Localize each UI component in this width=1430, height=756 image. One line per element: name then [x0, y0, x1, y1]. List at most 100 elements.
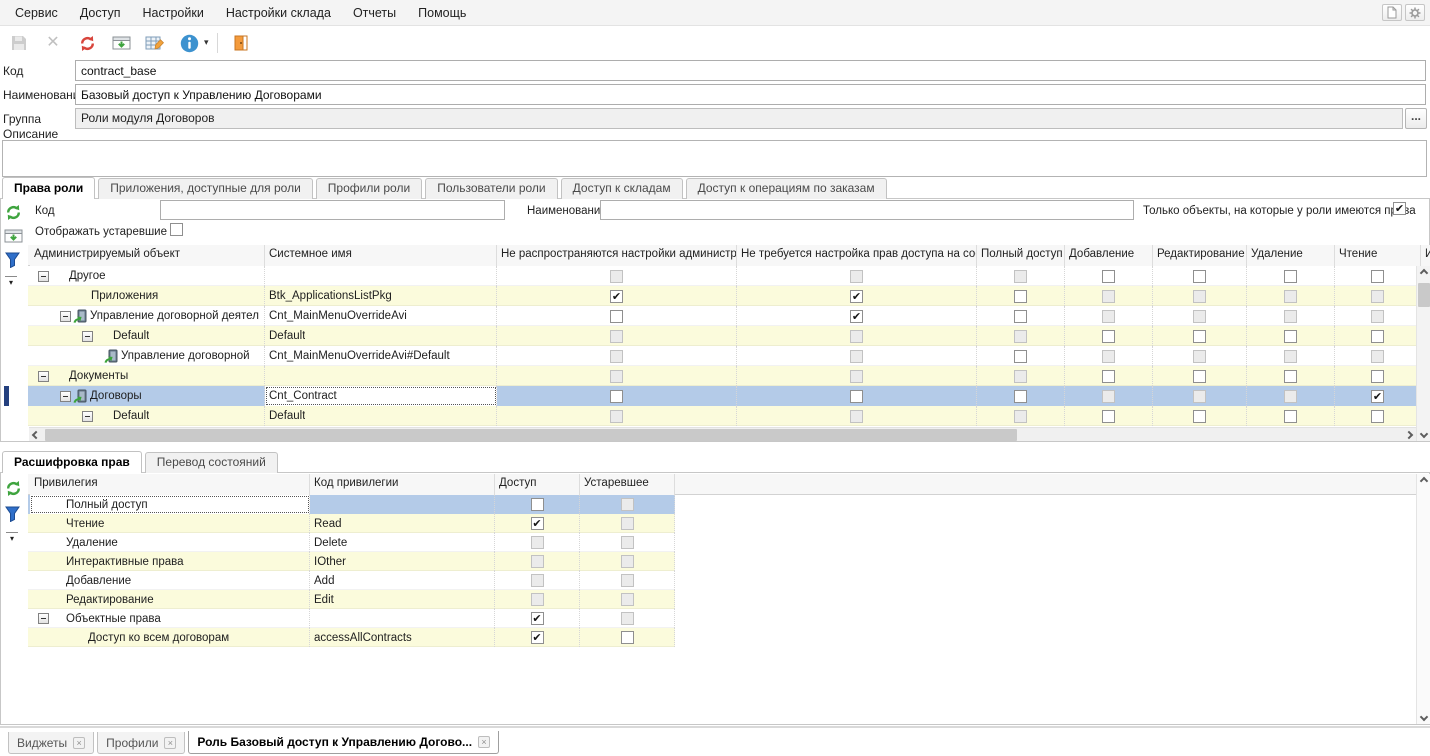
- checkbox[interactable]: [1014, 310, 1027, 323]
- checkbox[interactable]: [1371, 310, 1384, 323]
- checkbox[interactable]: [1193, 270, 1206, 283]
- checkbox[interactable]: [531, 517, 544, 530]
- checkbox[interactable]: [850, 330, 863, 343]
- checkbox[interactable]: [1371, 370, 1384, 383]
- filter-code-input[interactable]: [160, 200, 505, 220]
- checkbox[interactable]: [1371, 410, 1384, 423]
- column-header[interactable]: Устаревшее: [580, 474, 675, 495]
- checkbox[interactable]: [1193, 350, 1206, 363]
- scroll-right-arrow[interactable]: [1402, 428, 1416, 442]
- checkbox[interactable]: [621, 517, 634, 530]
- checkbox[interactable]: [1284, 390, 1297, 403]
- column-header[interactable]: Не требуется настройка прав доступа на с…: [737, 245, 977, 266]
- checkbox[interactable]: [610, 270, 623, 283]
- show-obsolete-checkbox[interactable]: [170, 223, 183, 236]
- checkbox[interactable]: [1014, 370, 1027, 383]
- checkbox[interactable]: [1371, 270, 1384, 283]
- checkbox[interactable]: [1193, 370, 1206, 383]
- checkbox[interactable]: [610, 310, 623, 323]
- tab-role-2[interactable]: Приложения, доступные для роли: [98, 178, 313, 199]
- checkbox[interactable]: [850, 370, 863, 383]
- privilege-row[interactable]: РедактированиеEdit: [28, 590, 675, 609]
- close-tab-icon[interactable]: ×: [73, 737, 85, 749]
- table-row[interactable]: ДоговорыCnt_Contract: [28, 386, 1416, 406]
- checkbox[interactable]: [1284, 310, 1297, 323]
- checkbox[interactable]: [1371, 290, 1384, 303]
- checkbox[interactable]: [610, 350, 623, 363]
- menu-item-6[interactable]: Помощь: [407, 1, 477, 25]
- expander-icon[interactable]: [38, 613, 49, 624]
- checkbox[interactable]: [1102, 270, 1115, 283]
- column-header[interactable]: Доступ: [495, 474, 580, 495]
- privilege-row[interactable]: ЧтениеRead: [28, 514, 675, 533]
- scroll-left-arrow[interactable]: [29, 428, 43, 442]
- checkbox[interactable]: [531, 498, 544, 511]
- close-tab-icon[interactable]: ×: [478, 736, 490, 748]
- checkbox[interactable]: [610, 290, 623, 303]
- edit-table-button[interactable]: [142, 31, 168, 55]
- column-header[interactable]: Код привилегии: [310, 474, 495, 495]
- checkbox[interactable]: [531, 536, 544, 549]
- table-row[interactable]: Другое: [28, 266, 1416, 286]
- checkbox[interactable]: [1014, 410, 1027, 423]
- report-page-button[interactable]: [1382, 4, 1402, 21]
- checkbox[interactable]: [1014, 270, 1027, 283]
- table-row[interactable]: ПриложенияBtk_ApplicationsListPkg: [28, 286, 1416, 306]
- refresh-button[interactable]: [74, 31, 100, 55]
- filter-name-input[interactable]: [600, 200, 1134, 220]
- checkbox[interactable]: [621, 631, 634, 644]
- import-table-button[interactable]: [108, 31, 134, 55]
- privilege-row[interactable]: Объектные права: [28, 609, 675, 628]
- column-header[interactable]: Администрируемый объект: [30, 245, 265, 266]
- dropdown-arrow-icon[interactable]: ▾: [204, 37, 209, 48]
- column-header[interactable]: Редактирование: [1153, 245, 1247, 266]
- checkbox[interactable]: [610, 330, 623, 343]
- checkbox[interactable]: [1102, 410, 1115, 423]
- checkbox[interactable]: [621, 593, 634, 606]
- checkbox[interactable]: [621, 612, 634, 625]
- checkbox[interactable]: [1284, 330, 1297, 343]
- column-header[interactable]: И: [1421, 245, 1430, 266]
- checkbox[interactable]: [850, 310, 863, 323]
- checkbox[interactable]: [610, 390, 623, 403]
- code-input[interactable]: [75, 60, 1426, 81]
- scroll-down-arrow[interactable]: [1417, 427, 1430, 441]
- dock-tab-2[interactable]: Профили×: [97, 732, 185, 754]
- checkbox[interactable]: [1284, 370, 1297, 383]
- description-textarea[interactable]: [2, 140, 1427, 177]
- expander-icon[interactable]: [60, 391, 71, 402]
- checkbox[interactable]: [850, 410, 863, 423]
- close-tab-icon[interactable]: ×: [164, 737, 176, 749]
- tab-role-5[interactable]: Доступ к складам: [561, 178, 683, 199]
- column-header[interactable]: Удаление: [1247, 245, 1335, 266]
- column-header[interactable]: Полный доступ: [977, 245, 1065, 266]
- checkbox[interactable]: [531, 612, 544, 625]
- checkbox[interactable]: [1193, 390, 1206, 403]
- expander-icon[interactable]: [38, 271, 49, 282]
- splitter[interactable]: [0, 726, 1430, 728]
- tab-role-6[interactable]: Доступ к операциям по заказам: [686, 178, 887, 199]
- dock-tab-3[interactable]: Роль Базовый доступ к Управлению Догово.…: [188, 731, 499, 754]
- checkbox[interactable]: [1371, 350, 1384, 363]
- checkbox[interactable]: [1193, 330, 1206, 343]
- checkbox[interactable]: [1193, 310, 1206, 323]
- hscrollbar-thumb[interactable]: [45, 429, 1017, 441]
- checkbox[interactable]: [610, 370, 623, 383]
- menu-item-3[interactable]: Настройки: [132, 1, 215, 25]
- tab-role-4[interactable]: Пользователи роли: [425, 178, 557, 199]
- table-row[interactable]: DefaultDefault: [28, 406, 1416, 426]
- checkbox[interactable]: [621, 555, 634, 568]
- checkbox[interactable]: [1102, 290, 1115, 303]
- checkbox[interactable]: [1284, 270, 1297, 283]
- privilege-row[interactable]: Интерактивные праваIOther: [28, 552, 675, 571]
- privilege-row[interactable]: Полный доступ: [28, 495, 675, 514]
- expander-icon[interactable]: [82, 411, 93, 422]
- checkbox[interactable]: [1014, 290, 1027, 303]
- tab-role-1[interactable]: Права роли: [2, 177, 95, 199]
- privileges-scroll-up-arrow[interactable]: [1417, 474, 1430, 488]
- menu-item-5[interactable]: Отчеты: [342, 1, 407, 25]
- only-rights-checkbox[interactable]: [1393, 202, 1406, 215]
- privilege-row[interactable]: ДобавлениеAdd: [28, 571, 675, 590]
- menu-item-1[interactable]: Сервис: [4, 1, 69, 25]
- checkbox[interactable]: [621, 498, 634, 511]
